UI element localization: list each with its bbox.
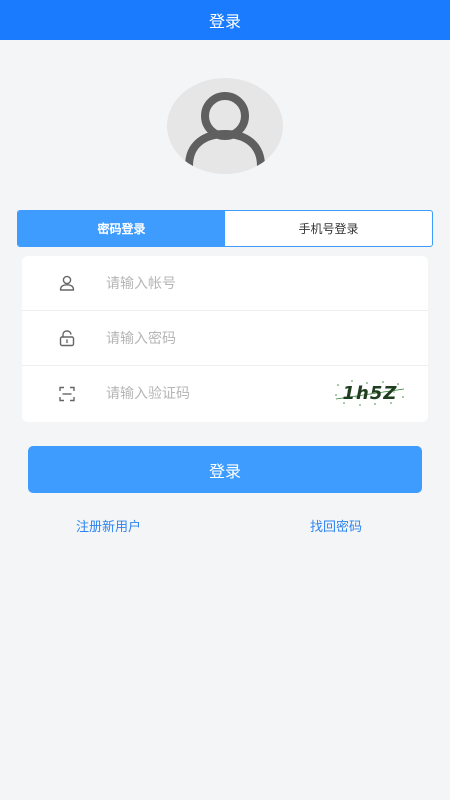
- captcha-input[interactable]: [106, 366, 326, 421]
- page-title: 登录: [208, 12, 241, 31]
- captcha-text: 1h5Z: [343, 383, 398, 404]
- tab-phone-login[interactable]: 手机号登录: [225, 211, 432, 246]
- user-avatar-icon: [185, 92, 265, 170]
- account-row: [22, 256, 428, 311]
- captcha-row: 1h5Z: [22, 366, 428, 421]
- scan-icon: [58, 385, 76, 403]
- login-form: 1h5Z: [22, 256, 428, 422]
- password-input[interactable]: [106, 311, 326, 366]
- captcha-image[interactable]: 1h5Z: [334, 377, 406, 409]
- login-mode-tabs: 密码登录 手机号登录: [17, 210, 433, 247]
- lock-icon: [58, 329, 76, 347]
- register-link[interactable]: 注册新用户: [76, 516, 141, 535]
- avatar: [167, 78, 283, 174]
- forgot-password-link[interactable]: 找回密码: [310, 516, 362, 535]
- tab-password-login[interactable]: 密码登录: [18, 211, 225, 246]
- user-icon: [58, 274, 76, 292]
- account-input[interactable]: [106, 256, 326, 311]
- top-bar: 登录: [0, 0, 450, 40]
- login-button[interactable]: 登录: [28, 446, 422, 493]
- password-row: [22, 311, 428, 366]
